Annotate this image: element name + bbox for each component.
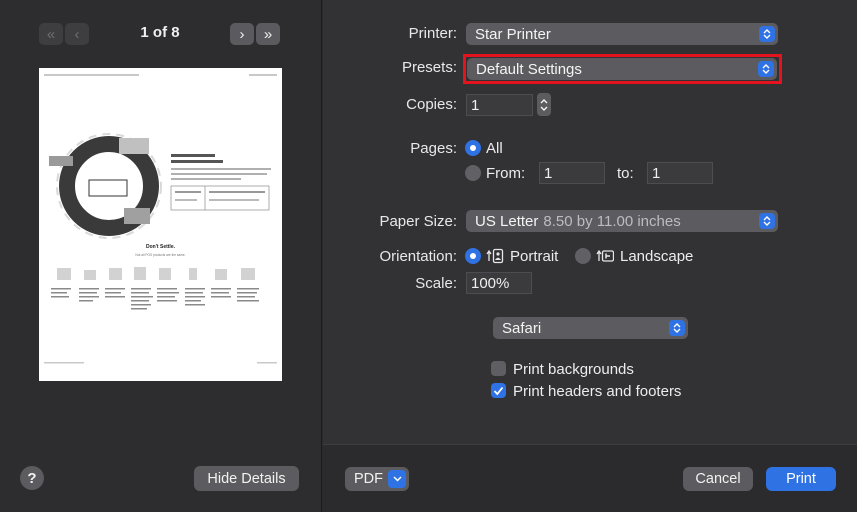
orientation-landscape-radio[interactable] [575,248,591,264]
scale-label: Scale: [415,275,457,292]
print-button[interactable]: Print [766,467,836,491]
landscape-icon [596,249,614,262]
orientation-label: Orientation: [379,248,457,265]
pages-to-label: to: [617,165,634,182]
stepper-arrows-icon [540,98,548,111]
presets-value: Default Settings [476,60,582,78]
portrait-icon [486,248,504,264]
print-backgrounds-checkbox[interactable] [491,361,506,376]
pages-from-input[interactable]: 1 [539,162,605,184]
pages-from-label: From: [486,165,526,182]
presets-select[interactable]: Default Settings [467,58,777,80]
preview-tagline: Not all POS products are the same. [135,253,185,257]
pages-label: Pages: [410,140,457,157]
copies-label: Copies: [406,96,457,113]
pdf-label: PDF [354,471,383,487]
printer-label: Printer: [408,25,457,42]
checkmark-icon [493,386,504,395]
page-preview: Don't Settle. Not all POS products are t… [39,68,282,381]
pages-all-radio[interactable] [465,140,481,156]
page-preview-graphic: Don't Settle. Not all POS products are t… [44,74,277,364]
help-button[interactable]: ? [20,466,44,490]
up-down-arrows-icon [759,213,775,229]
double-chevron-right-icon: » [263,25,273,43]
print-headers-footers-checkbox[interactable] [491,383,506,398]
presets-label: Presets: [401,59,457,76]
chevron-left-icon: ‹ [74,25,80,43]
help-label: ? [27,469,37,487]
orientation-portrait-radio[interactable] [465,248,481,264]
print-backgrounds-label: Print backgrounds [513,361,634,378]
paper-size-value: US Letter [475,212,539,230]
up-down-arrows-icon [669,320,685,336]
preview-panel: « ‹ 1 of 8 › » Don't Settle. Not all POS… [0,0,322,512]
hide-details-button[interactable]: Hide Details [194,466,299,491]
previous-page-button[interactable]: ‹ [65,23,89,45]
print-headers-footers-label: Print headers and footers [513,383,682,400]
up-down-arrows-icon [759,26,775,42]
pages-to-input[interactable]: 1 [647,162,713,184]
app-section-value: Safari [502,319,542,337]
up-down-arrows-icon [758,61,774,77]
pdf-menu-button[interactable]: PDF [345,467,409,491]
cancel-button[interactable]: Cancel [683,467,753,491]
last-page-button[interactable]: » [256,23,280,45]
paper-size-select[interactable]: US Letter 8.50 by 11.00 inches [466,210,778,232]
scale-input[interactable]: 100% [466,272,532,294]
pages-all-label: All [486,140,503,157]
page-indicator: 1 of 8 [140,24,180,41]
paper-size-detail: 8.50 by 11.00 inches [543,212,681,230]
first-page-button[interactable]: « [39,23,63,45]
orientation-portrait-label: Portrait [510,248,559,265]
orientation-landscape-label: Landscape [620,248,694,265]
copies-input[interactable]: 1 [466,94,533,116]
chevron-right-icon: › [239,25,245,43]
paper-size-label: Paper Size: [379,213,457,230]
pages-range-radio[interactable] [465,165,481,181]
printer-value: Star Printer [475,25,551,43]
chevron-down-icon [388,470,406,488]
double-chevron-left-icon: « [46,25,56,43]
next-page-button[interactable]: › [230,23,254,45]
app-section-select[interactable]: Safari [493,317,688,339]
copies-stepper[interactable] [537,93,551,116]
printer-select[interactable]: Star Printer [466,23,778,45]
preview-headline: Don't Settle. [146,244,176,250]
